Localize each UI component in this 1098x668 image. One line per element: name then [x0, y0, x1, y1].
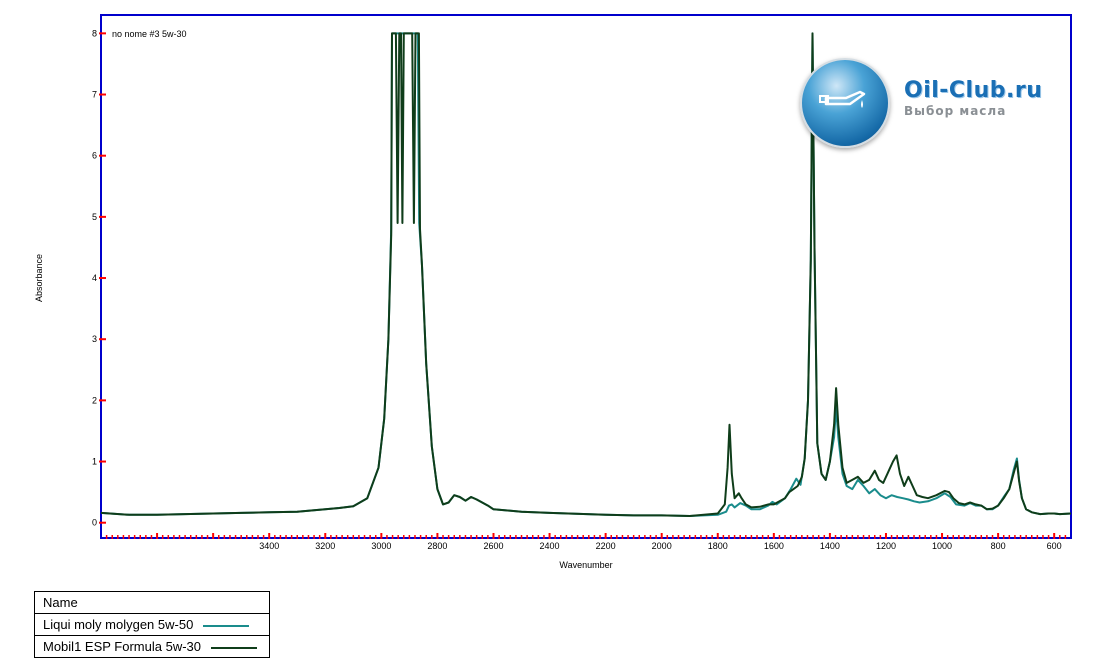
x-tick-label: 3000: [371, 541, 391, 551]
x-tick-label: 3400: [259, 541, 279, 551]
x-tick-label: 3200: [315, 541, 335, 551]
x-tick-label: 2800: [427, 541, 447, 551]
oil-can-icon: [819, 90, 866, 108]
x-tick-label: 800: [991, 541, 1006, 551]
legend-entry-label: Liqui moly molygen 5w-50: [43, 617, 194, 632]
legend-entry-label: Mobil1 ESP Formula 5w-30: [43, 639, 201, 654]
x-tick-label: 1800: [708, 541, 728, 551]
x-tick-label: 2200: [596, 541, 616, 551]
x-tick-label: 2000: [652, 541, 672, 551]
legend-entry-cell: Mobil1 ESP Formula 5w-30: [34, 635, 270, 658]
y-axis: 0 1 2 3 4 5 6 7 8: [92, 28, 106, 528]
legend-row: Mobil1 ESP Formula 5w-30: [34, 635, 270, 658]
y-tick-label: 7: [92, 90, 97, 100]
x-tick-label: 1600: [764, 541, 784, 551]
x-tick-label: 2600: [483, 541, 503, 551]
y-tick-label: 4: [92, 273, 97, 283]
chart-title: no nome #3 5w-30: [112, 29, 187, 39]
legend-swatch-1: [210, 646, 257, 649]
y-tick-label: 0: [92, 518, 97, 528]
y-axis-label: Absorbance: [34, 254, 44, 302]
y-tick-label: 1: [92, 457, 97, 467]
legend-header-row: Name: [34, 591, 270, 614]
x-tick-label: 1200: [876, 541, 896, 551]
y-tick-label: 2: [92, 395, 97, 405]
logo-slogan-text: Выбор масла: [904, 104, 1007, 118]
legend-entry-cell: Liqui moly molygen 5w-50: [34, 613, 270, 636]
x-tick-label: 1000: [932, 541, 952, 551]
x-tick-label: 2400: [540, 541, 560, 551]
logo-brand-text: Oil-Club.ru: [904, 78, 1043, 103]
y-tick-label: 3: [92, 334, 97, 344]
x-axis-label: Wavenumber: [559, 560, 612, 570]
y-tick-label: 5: [92, 212, 97, 222]
oil-club-logo: Oil-Club.ru Выбор масла: [800, 58, 1050, 148]
legend: Name Liqui moly molygen 5w-50 Mobil1 ESP…: [34, 591, 270, 658]
y-tick-label: 8: [92, 28, 97, 38]
legend-row: Liqui moly molygen 5w-50: [34, 613, 270, 636]
y-tick-label: 6: [92, 151, 97, 161]
legend-header: Name: [34, 591, 270, 614]
legend-swatch-0: [202, 624, 249, 627]
x-tick-label: 1400: [820, 541, 840, 551]
x-axis: 3400 3200 3000 2800 2600 2400 2200 2000 1800 1600…: [105, 533, 1067, 551]
x-tick-label: 600: [1047, 541, 1062, 551]
